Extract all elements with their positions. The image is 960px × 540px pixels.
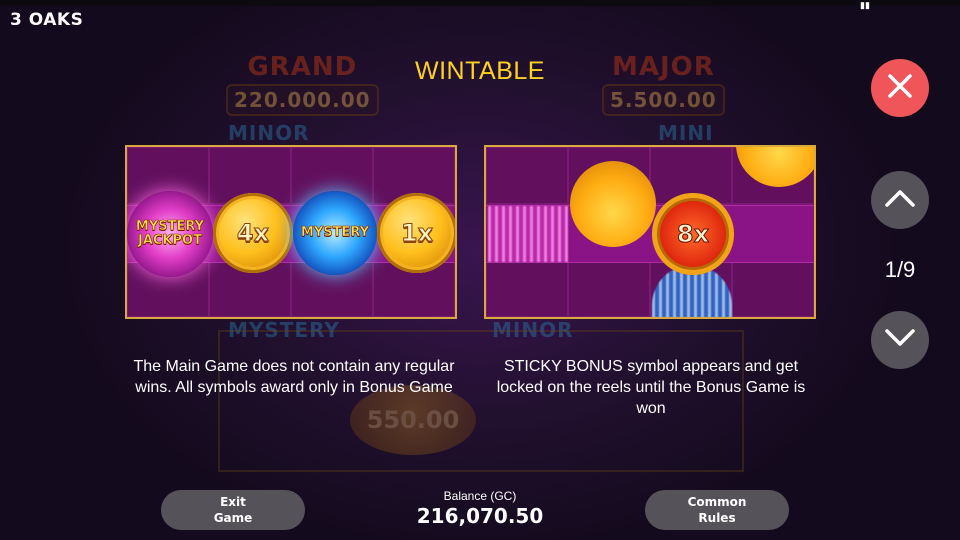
balance-value: 216,070.50 <box>416 504 544 528</box>
panel-right-description: STICKY BONUS symbol appears and get lock… <box>496 358 806 417</box>
button-label: Game <box>213 511 253 525</box>
panel-left-description: The Main Game does not contain any regul… <box>133 358 455 396</box>
symbol-label: MYSTERY <box>135 219 205 234</box>
brand-logo: 3 OAKS <box>10 10 84 30</box>
coin-4x-symbol: 4x <box>213 193 293 273</box>
symbol-label: JACKPOT <box>138 233 203 248</box>
bg-jackpot-value: 5.500.00 <box>602 84 725 116</box>
coin-1x-symbol: 1x <box>377 193 455 273</box>
close-icon <box>885 71 915 106</box>
previous-page-button[interactable] <box>871 171 929 229</box>
chevron-down-icon <box>884 328 916 353</box>
bg-tag-mini: MINI <box>658 121 714 145</box>
chevron-up-icon <box>884 188 916 213</box>
top-status-bar <box>0 0 960 6</box>
symbol-label: 4x <box>236 219 270 248</box>
status-indicator: ▮▮ <box>860 0 870 10</box>
wintable-panel-left: MYSTERY JACKPOT 4x MYSTERY 1x <box>125 145 457 319</box>
next-page-button[interactable] <box>871 311 929 369</box>
bg-tag-minor: MINOR <box>228 121 310 145</box>
button-label: Common <box>687 495 747 509</box>
button-label: Exit <box>220 495 246 509</box>
wintable-panel-right: 8x <box>484 145 816 319</box>
close-button[interactable] <box>871 59 929 117</box>
bg-jackpot-value: 220.000.00 <box>226 84 379 116</box>
mystery-jackpot-symbol: MYSTERY JACKPOT <box>127 191 213 277</box>
balance-label: Balance (GC) <box>443 489 517 503</box>
symbol-label: 8x <box>676 220 710 249</box>
symbol-label: MYSTERY <box>300 225 370 240</box>
symbol-label: 1x <box>400 219 434 248</box>
exit-game-button[interactable]: Exit Game <box>161 490 305 530</box>
mystery-symbol: MYSTERY <box>293 191 377 275</box>
sticky-bonus-symbol: 8x <box>652 193 734 275</box>
button-label: Rules <box>698 511 736 525</box>
page-indicator: 1/9 <box>884 257 916 282</box>
spinning-symbol-blur <box>488 206 568 262</box>
page-title: WINTABLE <box>415 57 545 85</box>
falling-coin-symbol <box>570 161 656 247</box>
common-rules-button[interactable]: Common Rules <box>645 490 789 530</box>
